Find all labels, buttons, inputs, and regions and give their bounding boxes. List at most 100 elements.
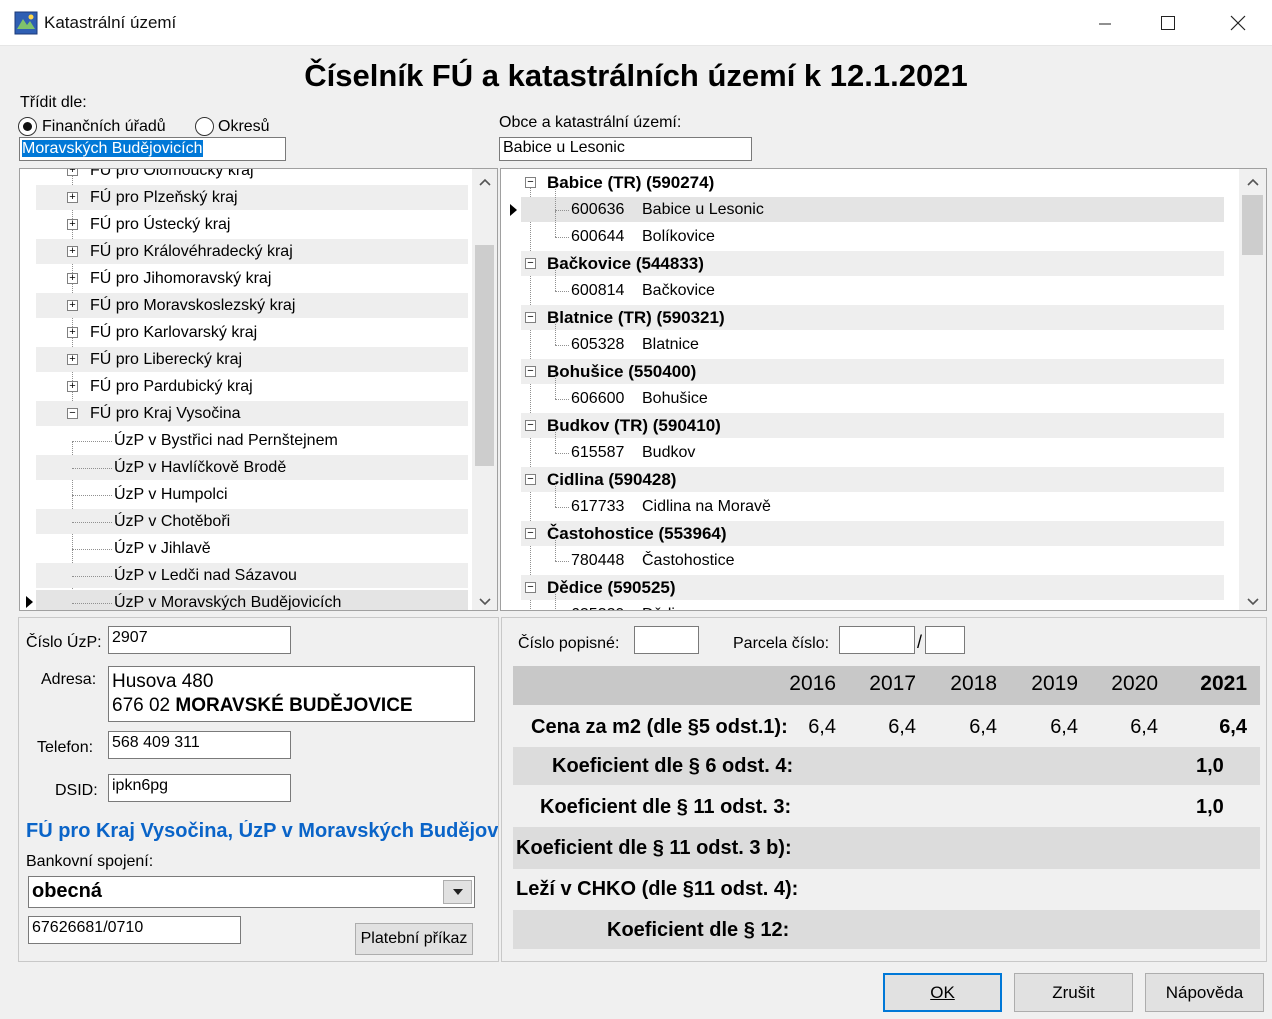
expand-icon[interactable]: + [67,219,78,230]
tree-item[interactable]: + FÚ pro Olomoucký kraj [36,169,468,183]
radio-financni-urady[interactable] [18,117,37,136]
k11b-label: Koeficient dle § 11 odst. 3 b): [516,837,792,859]
adresa-line2: 676 02 MORAVSKÉ BUDĚJOVICE [112,695,413,716]
tree-item[interactable]: − FÚ pro Kraj Vysočina [36,401,468,426]
expand-icon[interactable]: + [67,381,78,392]
tree-item[interactable]: ÚzP v Jihlavě [36,536,468,561]
help-button[interactable]: Nápověda [1145,973,1264,1012]
obec-label: Cidlina (590428) [547,470,677,489]
close-button[interactable] [1208,0,1268,46]
year-2021: 2021 [1200,672,1247,695]
expand-icon[interactable]: + [67,192,78,203]
ku-name: Bačkovice [642,282,715,299]
ku-name: Budkov [642,444,696,461]
fu-tree-scroll-thumb[interactable] [475,245,494,466]
collapse-icon[interactable]: − [525,582,536,593]
expand-icon[interactable]: + [67,300,78,311]
tree-item[interactable]: + FÚ pro Ústecký kraj [36,212,468,237]
radio-okresy-label: Okresů [218,118,270,135]
tree-item[interactable]: ÚzP v Moravských Budějovicích [36,590,468,610]
minimize-button[interactable] [1075,0,1135,46]
expand-icon[interactable]: + [67,327,78,338]
tree-connector [555,345,569,346]
fu-search-input[interactable]: Moravských Budějovicích [19,137,286,161]
tree-item[interactable]: ÚzP v Ledči nad Sázavou [36,563,468,588]
scroll-down-icon[interactable] [472,593,497,609]
expand-icon[interactable]: + [67,273,78,284]
obce-tree-scrollbar[interactable] [1239,169,1266,610]
tree-item[interactable]: − Blatnice (TR) (590321) [521,305,1224,330]
cislo-popisne-field[interactable] [634,626,699,654]
cena-value-2020: 6,4 [1130,716,1158,738]
expand-icon[interactable]: + [67,169,78,176]
fu-name-link[interactable]: FÚ pro Kraj Vysočina, ÚzP v Moravských B… [26,820,498,843]
tree-item[interactable]: 780448 Častohostice [521,535,1224,573]
tree-item[interactable]: − Cidlina (590428) [521,467,1224,492]
tree-item[interactable]: ÚzP v Chotěboři [36,509,468,534]
ku-name: Bohušice [642,390,708,407]
tree-item[interactable]: + FÚ pro Liberecký kraj [36,347,468,372]
tree-item[interactable]: 605328 Blatnice [521,319,1224,357]
obce-tree[interactable]: − Babice (TR) (590274) 600636 Babice u Leso… [500,168,1267,611]
scroll-up-icon[interactable] [1239,173,1266,189]
collapse-icon[interactable]: − [525,528,536,539]
telefon-field[interactable]: 568 409 311 [108,731,291,759]
obce-tree-scroll-thumb[interactable] [1242,195,1263,255]
tree-item[interactable]: − Častohostice (553964) [521,521,1224,546]
collapse-icon[interactable]: − [525,177,536,188]
tree-item[interactable]: + FÚ pro Karlovarský kraj [36,320,468,345]
scroll-up-icon[interactable] [472,173,497,189]
account-field[interactable]: 67626681/0710 [28,916,241,944]
ok-button[interactable]: OK [883,973,1002,1012]
expand-icon[interactable]: + [67,354,78,365]
tree-item[interactable]: − Bačkovice (544833) [521,251,1224,276]
tree-item[interactable]: ÚzP v Havlíčkově Brodě [36,455,468,480]
tree-item[interactable]: − Budkov (TR) (590410) [521,413,1224,438]
tree-item[interactable]: − Bohušice (550400) [521,359,1224,384]
tree-item-label: ÚzP v Jihlavě [114,540,211,557]
radio-okresy[interactable] [195,117,214,136]
tree-item[interactable]: − Babice (TR) (590274) [521,170,1224,195]
parcela-field-2[interactable] [925,626,965,654]
dsid-field[interactable]: ipkn6pg [108,774,291,802]
tree-item[interactable]: + FÚ pro Moravskoslezský kraj [36,293,468,318]
adresa-field[interactable]: Husova 480 676 02 MORAVSKÉ BUDĚJOVICE [108,666,475,722]
collapse-icon[interactable]: − [525,258,536,269]
collapse-icon[interactable]: − [525,312,536,323]
cancel-button[interactable]: Zrušit [1014,973,1133,1012]
tree-item[interactable]: + FÚ pro Jihomoravský kraj [36,266,468,291]
tree-item[interactable]: 606600 Bohušice [521,373,1224,411]
payment-order-button[interactable]: Platební příkaz [355,923,473,955]
tree-item[interactable]: 617733 Cidlina na Moravě [521,481,1224,519]
chevron-down-icon[interactable] [443,880,472,904]
tree-item[interactable]: 600644 Bolíkovice [521,211,1224,249]
collapse-icon[interactable]: − [525,366,536,377]
maximize-button[interactable] [1138,0,1198,46]
tree-item[interactable]: 600814 Bačkovice [521,265,1224,303]
fu-tree-scrollbar[interactable] [472,169,497,610]
tree-item[interactable]: 625329 Dědice [521,589,1224,610]
collapse-icon[interactable]: − [525,420,536,431]
ku-code: 615587 [571,444,625,461]
fu-tree[interactable]: + FÚ pro Olomoucký kraj + FÚ pro Plzeňský k… [19,168,498,611]
tree-item[interactable]: ÚzP v Bystřici nad Pernštejnem [36,428,468,453]
k11-label: Koeficient dle § 11 odst. 3: [540,796,792,818]
obec-label: Častohostice (553964) [547,524,727,543]
collapse-icon[interactable]: − [525,474,536,485]
tree-item[interactable]: + FÚ pro Plzeňský kraj [36,185,468,210]
expand-icon[interactable]: + [67,246,78,257]
obce-search-input[interactable]: Babice u Lesonic [499,137,752,161]
parcela-field-1[interactable] [839,626,915,654]
tree-item[interactable]: ÚzP v Humpolci [36,482,468,507]
tree-item[interactable]: + FÚ pro Královéhradecký kraj [36,239,468,264]
tree-item[interactable]: 600636 Babice u Lesonic [521,184,1224,222]
cislo-uzp-field[interactable]: 2907 [108,626,291,654]
parcela-label: Parcela číslo: [733,635,830,652]
bank-select[interactable]: obecná [28,876,475,908]
tree-item[interactable]: 615587 Budkov [521,427,1224,465]
tree-item[interactable]: − Dědice (590525) [521,575,1224,600]
tree-connector [555,589,556,610]
collapse-icon[interactable]: − [67,408,78,419]
scroll-down-icon[interactable] [1239,593,1266,609]
tree-item[interactable]: + FÚ pro Pardubický kraj [36,374,468,399]
